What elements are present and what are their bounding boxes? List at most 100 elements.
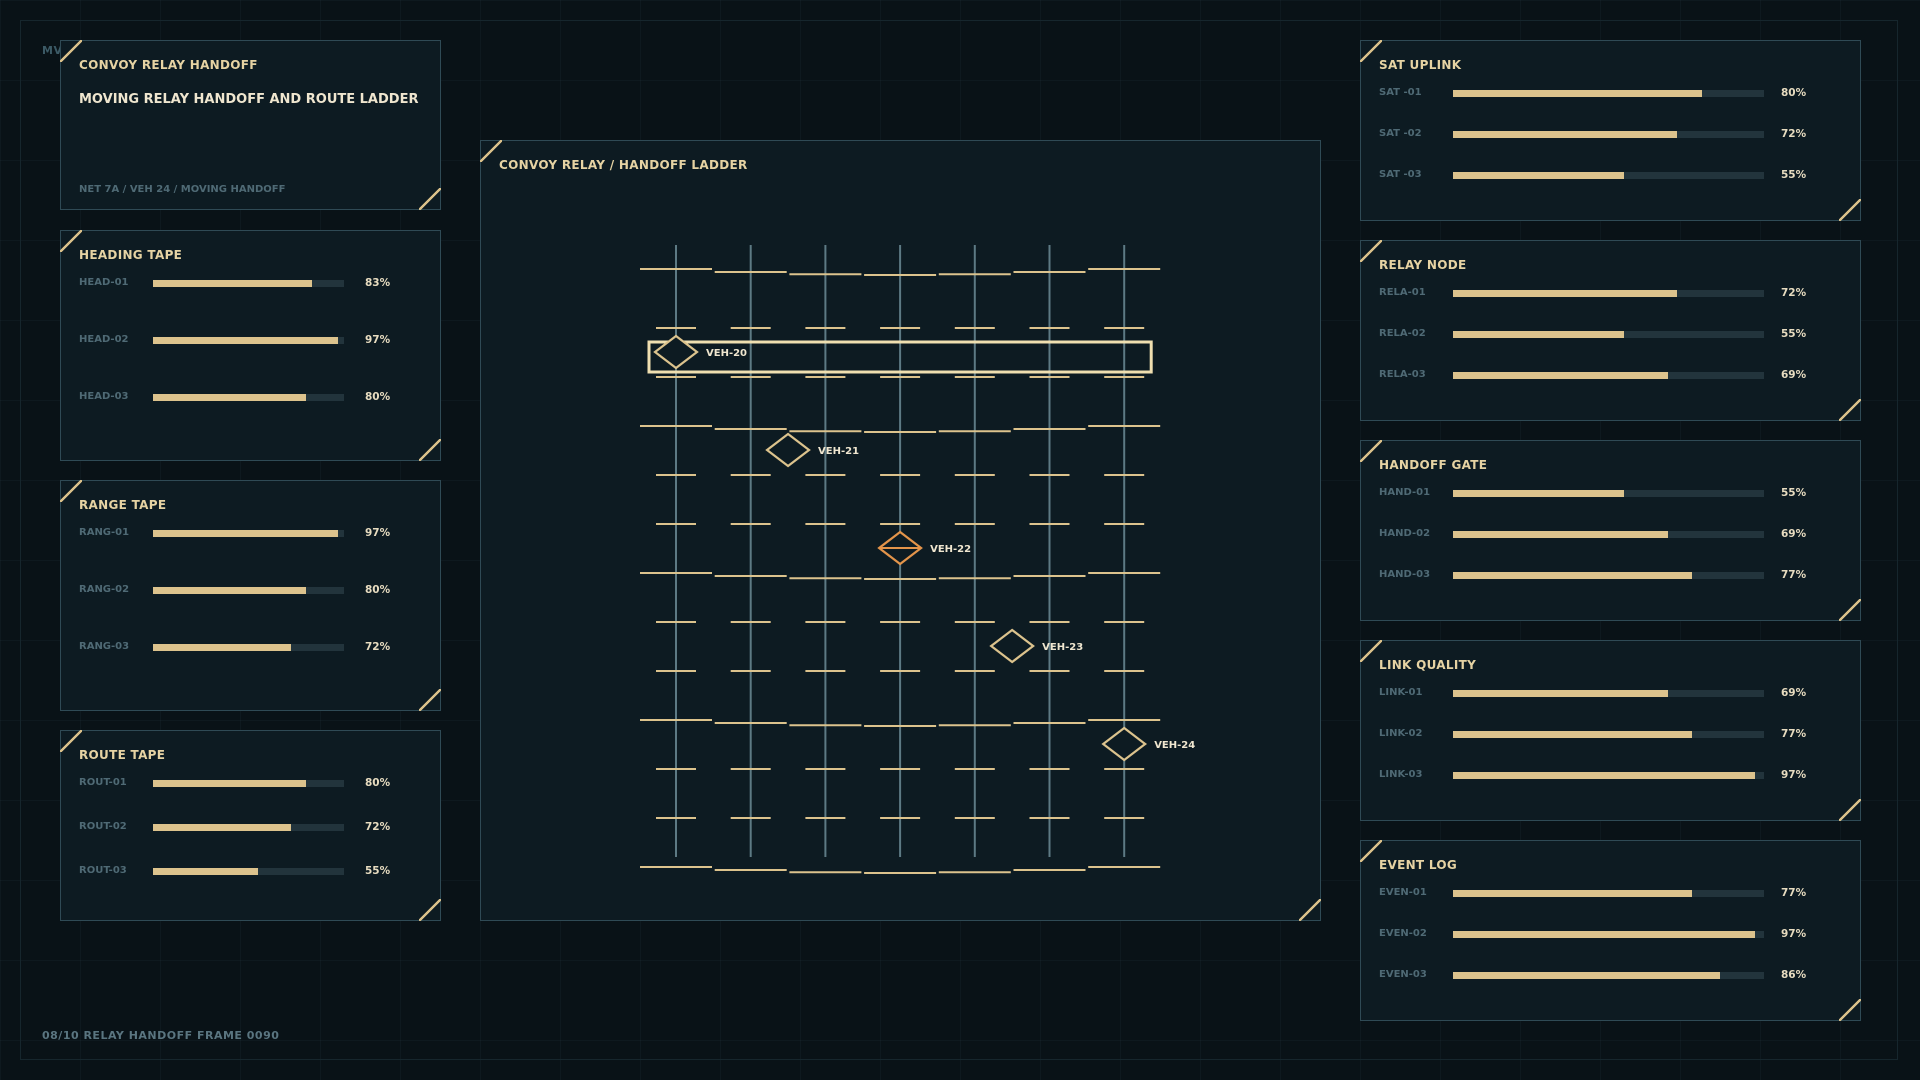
header-subtitle: MOVING RELAY HANDOFF AND ROUTE LADDER (79, 92, 419, 107)
footer-status: 08/10 RELAY HANDOFF FRAME 0090 (42, 1029, 280, 1042)
meter-percent: 86% (1781, 969, 1807, 981)
meter-track (1453, 90, 1764, 97)
meter-track (153, 868, 344, 875)
meter-percent: 80% (365, 391, 391, 403)
meter-track (153, 394, 344, 401)
meter-fill (153, 280, 312, 287)
meter-row: HAND-02 69% (1379, 527, 1821, 541)
route-tape-panel: ROUTE TAPE ROUT-01 80% ROUT-02 72% ROUT-03 55% (60, 730, 441, 921)
meter-fill (1453, 131, 1677, 138)
meter-fill (1453, 772, 1755, 779)
meter-row: HAND-01 55% (1379, 486, 1821, 500)
meter-track (1453, 172, 1764, 179)
meter-track (1453, 572, 1764, 579)
meter-track (153, 280, 344, 287)
meter-fill (1453, 372, 1668, 379)
meter-label: HEAD-02 (79, 334, 129, 345)
vehicle-label: VEH-20 (706, 348, 747, 359)
route-tape-title: ROUTE TAPE (79, 748, 166, 762)
meter-row: SAT -03 55% (1379, 168, 1821, 182)
meter-track (1453, 772, 1764, 779)
meter-fill (1453, 531, 1668, 538)
meter-row: HAND-03 77% (1379, 568, 1821, 582)
link-quality-title: LINK QUALITY (1379, 658, 1477, 672)
meter-row: RANG-03 72% (79, 640, 405, 654)
meter-fill (1453, 172, 1625, 179)
meter-row: RANG-02 80% (79, 583, 405, 597)
meter-label: HEAD-03 (79, 391, 129, 402)
meter-track (153, 824, 344, 831)
meter-label: HAND-03 (1379, 569, 1431, 580)
meter-percent: 72% (365, 821, 391, 833)
event-log-panel: EVENT LOG EVEN-01 77% EVEN-02 97% EVEN-03 86% (1360, 840, 1861, 1021)
meter-percent: 72% (365, 641, 391, 653)
vehicle-label: VEH-24 (1154, 740, 1195, 751)
meter-fill (153, 394, 306, 401)
vehicle-marker (1101, 726, 1148, 762)
sat-uplink-title: SAT UPLINK (1379, 58, 1462, 72)
meter-fill (1453, 931, 1755, 938)
meter-label: ROUT-03 (79, 865, 127, 876)
meter-track (1453, 690, 1764, 697)
handoff-ladder: VEH-20 VEH-21 VEH-22 VEH-23 VEH-24 (640, 245, 1195, 874)
meter-fill (153, 780, 306, 787)
meter-percent: 55% (1781, 328, 1807, 340)
meter-row: HEAD-01 83% (79, 276, 405, 290)
meter-fill (153, 644, 291, 651)
meter-label: LINK-02 (1379, 728, 1423, 739)
meter-label: SAT -03 (1379, 169, 1422, 180)
meter-percent: 72% (1781, 128, 1807, 140)
meter-label: HAND-02 (1379, 528, 1431, 539)
meter-label: HAND-01 (1379, 487, 1431, 498)
meter-row: RELA-03 69% (1379, 368, 1821, 382)
relay-node-title: RELAY NODE (1379, 258, 1467, 272)
meter-percent: 55% (365, 865, 391, 877)
event-log-title: EVENT LOG (1379, 858, 1458, 872)
meter-track (153, 337, 344, 344)
meter-label: ROUT-01 (79, 777, 127, 788)
meter-label: EVEN-02 (1379, 928, 1427, 939)
meter-percent: 77% (1781, 728, 1807, 740)
meter-label: SAT -01 (1379, 87, 1422, 98)
header-title: CONVOY RELAY HANDOFF (79, 58, 258, 72)
vehicle-marker (765, 432, 811, 468)
meter-row: LINK-02 77% (1379, 727, 1821, 741)
meter-label: SAT -02 (1379, 128, 1422, 139)
range-tape-panel: RANGE TAPE RANG-01 97% RANG-02 80% RANG-03 72% (60, 480, 441, 711)
meter-percent: 97% (1781, 928, 1807, 940)
meter-row: RANG-01 97% (79, 526, 405, 540)
meter-row: ROUT-03 55% (79, 864, 405, 878)
meter-fill (1453, 690, 1668, 697)
vehicle-label: VEH-23 (1042, 642, 1083, 653)
meter-percent: 80% (365, 777, 391, 789)
meter-row: EVEN-01 77% (1379, 886, 1821, 900)
meter-label: RANG-01 (79, 527, 130, 538)
meter-track (1453, 131, 1764, 138)
vehicle-label: VEH-22 (930, 544, 971, 555)
link-quality-panel: LINK QUALITY LINK-01 69% LINK-02 77% LINK-03 9… (1360, 640, 1861, 821)
meter-track (1453, 531, 1764, 538)
meter-label: RELA-03 (1379, 369, 1426, 380)
meter-track (1453, 890, 1764, 897)
meter-label: RELA-01 (1379, 287, 1426, 298)
meter-percent: 97% (365, 527, 391, 539)
meter-percent: 97% (365, 334, 391, 346)
meter-percent: 72% (1781, 287, 1807, 299)
meter-row: ROUT-02 72% (79, 820, 405, 834)
range-tape-title: RANGE TAPE (79, 498, 167, 512)
meter-label: EVEN-03 (1379, 969, 1427, 980)
relay-node-panel: RELAY NODE RELA-01 72% RELA-02 55% RELA-03 69% (1360, 240, 1861, 421)
handoff-gate-title: HANDOFF GATE (1379, 458, 1488, 472)
meter-label: RELA-02 (1379, 328, 1426, 339)
meter-row: RELA-01 72% (1379, 286, 1821, 300)
meter-fill (153, 587, 306, 594)
sat-uplink-panel: SAT UPLINK SAT -01 80% SAT -02 72% SAT -03 55% (1360, 40, 1861, 221)
meter-track (153, 644, 344, 651)
meter-label: LINK-03 (1379, 769, 1423, 780)
meter-track (1453, 931, 1764, 938)
meter-label: RANG-03 (79, 641, 130, 652)
meter-percent: 80% (1781, 87, 1807, 99)
header-panel: CONVOY RELAY HANDOFF MOVING RELAY HANDOF… (60, 40, 441, 210)
meter-row: HEAD-02 97% (79, 333, 405, 347)
vehicle-marker (989, 628, 1035, 664)
